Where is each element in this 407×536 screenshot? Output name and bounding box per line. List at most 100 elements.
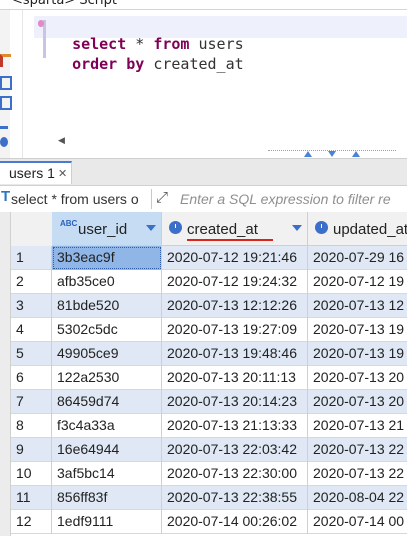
cell-created-at[interactable]: 2020-07-13 22:38:55: [162, 486, 308, 510]
row-number[interactable]: 6: [11, 366, 52, 390]
sql-keyword: order by: [72, 55, 145, 73]
row-number[interactable]: 10: [11, 462, 52, 486]
explain-icon[interactable]: [0, 76, 12, 90]
cell-user-id[interactable]: 5302c5dc: [52, 318, 162, 342]
sql-text: created_at: [144, 55, 244, 73]
maximize-up-icon[interactable]: [352, 151, 360, 157]
cell-created-at[interactable]: 2020-07-13 22:30:00: [162, 462, 308, 486]
script-tab-label: <sparta> Script: [12, 0, 118, 8]
clock-type-icon: [315, 221, 328, 234]
cell-created-at[interactable]: 2020-07-13 12:12:26: [162, 294, 308, 318]
table-row[interactable]: 6 122a2530 2020-07-13 20:11:13 2020-07-13 2…: [11, 366, 407, 390]
table-row[interactable]: 7 86459d74 2020-07-13 20:14:23 2020-07-13 2…: [11, 390, 407, 414]
cell-updated-at[interactable]: 2020-07-29 16: [308, 246, 407, 270]
cell-user-id[interactable]: 86459d74: [52, 390, 162, 414]
row-number[interactable]: 7: [11, 390, 52, 414]
cell-created-at[interactable]: 2020-07-12 19:24:32: [162, 270, 308, 294]
cell-created-at[interactable]: 2020-07-13 20:11:13: [162, 366, 308, 390]
row-number-header[interactable]: [11, 212, 53, 247]
settings-icon[interactable]: [0, 137, 8, 147]
annotation-underline: [187, 239, 273, 241]
cell-user-id[interactable]: 856ff83f: [52, 486, 162, 510]
cell-updated-at[interactable]: 2020-07-14 00: [308, 510, 407, 534]
cell-created-at[interactable]: 2020-07-13 21:13:33: [162, 414, 308, 438]
scroll-left-icon[interactable]: ◀: [58, 135, 65, 146]
cell-user-id[interactable]: 1edf9111: [52, 510, 162, 534]
column-label: user_id: [78, 221, 128, 238]
collapse-up-icon[interactable]: [304, 151, 312, 157]
table-row[interactable]: 1 3b3eac9f 2020-07-12 19:21:46 2020-07-29 1…: [11, 246, 407, 270]
table-row[interactable]: 3 81bde520 2020-07-13 12:12:26 2020-07-13 1…: [11, 294, 407, 318]
filter-input[interactable]: Enter a SQL expression to filter re: [180, 191, 391, 207]
cell-updated-at[interactable]: 2020-07-13 20: [308, 366, 407, 390]
sort-dropdown-icon[interactable]: [146, 225, 156, 231]
row-number[interactable]: 1: [11, 246, 52, 270]
column-label: created_at: [187, 221, 258, 238]
cell-updated-at[interactable]: 2020-07-13 22: [308, 462, 407, 486]
cell-updated-at[interactable]: 2020-07-13 21: [308, 414, 407, 438]
expand-icon[interactable]: ⤢: [156, 189, 168, 206]
cell-updated-at[interactable]: 2020-07-13 19: [308, 318, 407, 342]
table-row[interactable]: 5 49905ce9 2020-07-13 19:48:46 2020-07-13 1…: [11, 342, 407, 366]
cell-updated-at[interactable]: 2020-07-13 20: [308, 390, 407, 414]
table-row[interactable]: 8 f3c4a33a 2020-07-13 21:13:33 2020-07-13 2…: [11, 414, 407, 438]
cell-user-id[interactable]: 16e64944: [52, 438, 162, 462]
row-number[interactable]: 4: [11, 318, 52, 342]
script-tab[interactable]: <sparta> Script: [0, 0, 160, 9]
execute-icon[interactable]: [0, 54, 11, 67]
sort-dropdown-icon[interactable]: [292, 225, 302, 231]
close-tab-icon[interactable]: ✕: [58, 167, 67, 180]
table-row[interactable]: 4 5302c5dc 2020-07-13 19:27:09 2020-07-13 1…: [11, 318, 407, 342]
statement-caret-icon: [38, 20, 44, 27]
table-row[interactable]: 12 1edf9111 2020-07-14 00:26:02 2020-07-14 …: [11, 510, 407, 534]
cell-created-at[interactable]: 2020-07-13 19:48:46: [162, 342, 308, 366]
table-row[interactable]: 10 3af5bc14 2020-07-13 22:30:00 2020-07-13 …: [11, 462, 407, 486]
row-number[interactable]: 3: [11, 294, 52, 318]
cell-user-id[interactable]: 3af5bc14: [52, 462, 162, 486]
cell-updated-at[interactable]: 2020-08-04 22: [308, 486, 407, 510]
table-row[interactable]: 2 afb35ce0 2020-07-12 19:24:32 2020-07-12 1…: [11, 270, 407, 294]
row-number[interactable]: 11: [11, 486, 52, 510]
cell-user-id[interactable]: 3b3eac9f: [52, 246, 162, 270]
cell-user-id[interactable]: 49905ce9: [52, 342, 162, 366]
cell-updated-at[interactable]: 2020-07-12 19: [308, 270, 407, 294]
tab-users-1[interactable]: users 1 ✕: [0, 161, 72, 184]
tab-label: users 1: [9, 165, 55, 181]
cell-created-at[interactable]: 2020-07-14 00:26:02: [162, 510, 308, 534]
cell-updated-at[interactable]: 2020-07-13 12: [308, 294, 407, 318]
layout-icon[interactable]: [0, 96, 12, 110]
cell-created-at[interactable]: 2020-07-13 20:14:23: [162, 390, 308, 414]
column-header-updated-at[interactable]: updated_at: [308, 212, 407, 246]
row-number[interactable]: 9: [11, 438, 52, 462]
cell-user-id[interactable]: 81bde520: [52, 294, 162, 318]
filter-bar: T select * from users o ⤢ Enter a SQL ex…: [0, 185, 407, 214]
restore-down-icon[interactable]: [328, 151, 336, 157]
abc-type-icon: ABC: [60, 219, 78, 228]
cell-user-id[interactable]: afb35ce0: [52, 270, 162, 294]
sql-text-icon: T: [1, 188, 11, 205]
cell-created-at[interactable]: 2020-07-12 19:21:46: [162, 246, 308, 270]
row-number[interactable]: 2: [11, 270, 52, 294]
cell-created-at[interactable]: 2020-07-13 22:03:42: [162, 438, 308, 462]
export-icon[interactable]: [0, 116, 8, 129]
column-header-user-id[interactable]: ABC user_id: [52, 212, 162, 246]
cell-updated-at[interactable]: 2020-07-13 19: [308, 342, 407, 366]
cell-created-at[interactable]: 2020-07-13 19:27:09: [162, 318, 308, 342]
cell-user-id[interactable]: 122a2530: [52, 366, 162, 390]
table-row[interactable]: 9 16e64944 2020-07-13 22:03:42 2020-07-13 2…: [11, 438, 407, 462]
editor-side-toolbar: [0, 10, 12, 158]
sql-line-2[interactable]: order by created_at: [54, 37, 244, 73]
row-number[interactable]: 12: [11, 510, 52, 534]
editor-gutter: [22, 10, 23, 158]
table-row[interactable]: 11 856ff83f 2020-07-13 22:38:55 2020-08-04 …: [11, 486, 407, 510]
cell-user-id[interactable]: f3c4a33a: [52, 414, 162, 438]
row-number[interactable]: 8: [11, 414, 52, 438]
results-grid[interactable]: ABC user_id created_at updated_at 1 3b3ea…: [0, 212, 407, 536]
query-text[interactable]: select * from users o: [11, 191, 148, 207]
row-number[interactable]: 5: [11, 342, 52, 366]
cell-updated-at[interactable]: 2020-07-13 22: [308, 438, 407, 462]
column-label: updated_at: [333, 221, 407, 238]
clock-type-icon: [169, 221, 182, 234]
grid-side-panel: [0, 212, 11, 536]
filter-separator: [151, 189, 152, 209]
